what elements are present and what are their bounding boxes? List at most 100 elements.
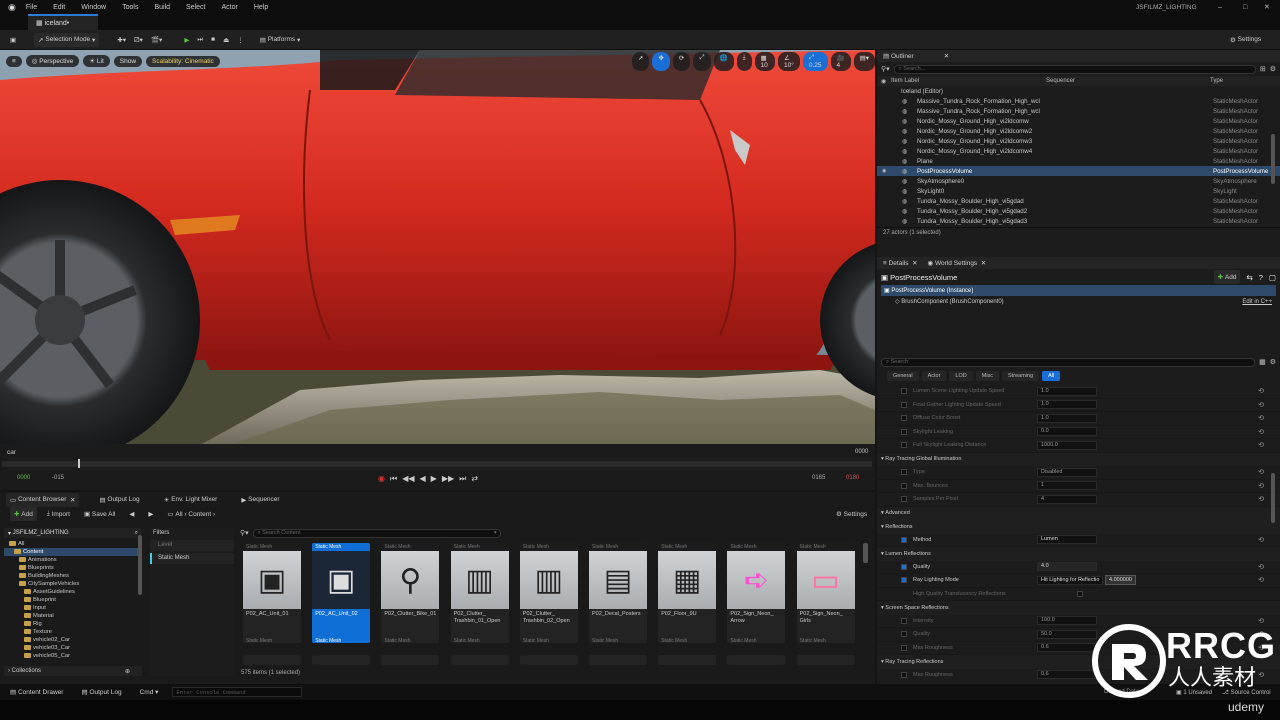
eject-icon[interactable]: ⏏: [219, 33, 233, 47]
filter-level[interactable]: Level: [150, 540, 234, 551]
brush-component-row[interactable]: ◇ BrushComponent (BrushComponent0) Edit i…: [881, 296, 1276, 307]
asset-tile-partial[interactable]: [727, 655, 786, 665]
import-button[interactable]: ⤓ Import: [43, 507, 74, 521]
outliner-row[interactable]: ◍ Tundra_Mossy_Boulder_High_vi5gdad3 Stati…: [877, 216, 1280, 226]
jump-start-icon[interactable]: ⏮: [390, 474, 397, 484]
prev-key-icon[interactable]: ◀◀: [402, 474, 414, 484]
menu-item-tools[interactable]: Tools: [122, 4, 138, 11]
asset-scrollbar[interactable]: [863, 543, 868, 563]
blueprint-icon[interactable]: ⇆: [1246, 273, 1252, 282]
scale-tool-icon[interactable]: ⤢: [693, 51, 711, 71]
show-button[interactable]: Show: [113, 55, 143, 67]
history-forward-icon[interactable]: ▶: [144, 507, 157, 521]
minimize-icon[interactable]: –: [1218, 4, 1222, 11]
folder-tree-item[interactable]: AssetGuidelines: [4, 588, 142, 596]
override-checkbox[interactable]: [901, 577, 907, 584]
scalability-warning[interactable]: Scalability: Cinematic: [146, 55, 220, 67]
outliner-row[interactable]: ◍ Nordic_Mossy_Ground_High_vi2ldcomw Stati…: [877, 116, 1280, 126]
outliner-scrollbar[interactable]: [1271, 134, 1275, 184]
details-filter-general[interactable]: General: [887, 371, 919, 381]
outliner-search-input[interactable]: ⌕ Search...: [893, 64, 1256, 74]
asset-tile[interactable]: Static Mesh ▣ P02_AC_Unit_01 Static Mesh: [243, 543, 301, 643]
menu-item-edit[interactable]: Edit: [53, 4, 65, 11]
override-checkbox[interactable]: [901, 617, 907, 624]
override-checkbox[interactable]: [901, 442, 907, 449]
column-item-label[interactable]: Item Label: [891, 78, 1046, 84]
outliner-row[interactable]: ◍ Nordic_Mossy_Ground_High_vi2ldcomw4 Stat…: [877, 146, 1280, 156]
reset-to-default-icon[interactable]: ⟲: [1258, 576, 1264, 584]
breadcrumb-content[interactable]: Content: [188, 511, 211, 518]
property-value[interactable]: Lumen: [1037, 535, 1097, 545]
add-collection-icon[interactable]: ⊕: [125, 668, 130, 675]
filter-static-mesh[interactable]: Static Mesh: [150, 553, 234, 564]
property-section[interactable]: ▾ Reflections: [877, 520, 1280, 534]
property-section[interactable]: ▾ Screen Space Reflections: [877, 601, 1280, 615]
reset-to-default-icon[interactable]: ⟲: [1258, 414, 1264, 422]
folder-tree-item[interactable]: Blueprint: [4, 596, 142, 604]
add-button[interactable]: ✚ Add: [10, 507, 37, 521]
folder-tree-item[interactable]: All: [4, 540, 142, 548]
jump-end-icon[interactable]: ⏭: [459, 474, 466, 484]
dock-tab-env-light-mixer[interactable]: ☀ Env. Light Mixer: [160, 493, 222, 507]
advance-frame-icon[interactable]: ⏭: [193, 33, 207, 47]
folder-tree-item[interactable]: Material: [4, 612, 142, 620]
outliner-row[interactable]: ◍ Tundra_Mossy_Boulder_High_vi5gdad2 Stati…: [877, 206, 1280, 216]
reset-to-default-icon[interactable]: ⟲: [1258, 563, 1264, 571]
outliner-row[interactable]: ◉ ◍ PostProcessVolume PostProcessVolume: [877, 166, 1280, 176]
asset-search-input[interactable]: ⌕ Search Content ▾: [252, 528, 501, 538]
details-scrollbar[interactable]: [1271, 473, 1275, 523]
outliner-row[interactable]: ◍ SkyLight0 SkyLight: [877, 186, 1280, 196]
property-value[interactable]: 0.6: [1037, 643, 1097, 653]
folder-tree-item[interactable]: Animations: [4, 556, 142, 564]
cb-settings-button[interactable]: ⚙ Settings: [832, 507, 871, 521]
asset-tile-partial[interactable]: [589, 655, 647, 665]
asset-tile-partial[interactable]: [243, 655, 301, 665]
close-icon[interactable]: ✕: [1264, 3, 1270, 11]
outliner-row[interactable]: ◍ Massive_Tundra_Rock_Formation_High_wcl S…: [877, 96, 1280, 106]
dock-tab-sequencer[interactable]: ▶ Sequencer: [237, 493, 283, 507]
override-checkbox[interactable]: [901, 415, 907, 422]
asset-tile-partial[interactable]: [450, 655, 509, 665]
asset-tile-partial[interactable]: [381, 655, 440, 665]
move-tool-icon[interactable]: ✥: [652, 51, 670, 71]
level-viewport[interactable]: [0, 50, 875, 460]
property-value[interactable]: 4.0: [1037, 562, 1097, 572]
surface-snap-icon[interactable]: ⤓: [736, 51, 752, 71]
property-value[interactable]: 1: [1037, 481, 1097, 491]
close-icon[interactable]: ✕: [977, 260, 986, 267]
asset-tile-partial[interactable]: [658, 655, 717, 665]
asset-tile-partial[interactable]: [796, 655, 855, 665]
settings-button[interactable]: ⚙ Settings: [1226, 33, 1265, 47]
details-filter-misc[interactable]: Misc: [975, 371, 1000, 381]
close-icon[interactable]: ✕: [66, 496, 75, 504]
cinematics-icon[interactable]: 🎬▾: [147, 33, 166, 47]
property-value[interactable]: Disabled: [1037, 467, 1097, 477]
maximize-icon[interactable]: □: [1243, 4, 1247, 11]
outliner-tab[interactable]: ▤ Outliner ✕: [877, 50, 1280, 62]
content-drawer-button[interactable]: ▤ Content Drawer: [6, 685, 67, 699]
output-log-button[interactable]: ▤ Output Log: [77, 685, 125, 699]
rotate-tool-icon[interactable]: ⟳: [672, 51, 691, 71]
details-filter-actor[interactable]: Actor: [921, 371, 947, 381]
reverse-icon[interactable]: ◀: [420, 474, 426, 484]
save-icon[interactable]: ▣: [6, 33, 20, 47]
world-local-icon[interactable]: 🌐: [713, 51, 734, 71]
menu-item-build[interactable]: Build: [154, 4, 170, 11]
property-value[interactable]: 1.0: [1037, 386, 1097, 396]
folder-tree-item[interactable]: Content: [4, 548, 142, 556]
platforms-button[interactable]: ▤ Platforms ▾: [256, 33, 304, 47]
folder-tree-item[interactable]: Blueprints: [4, 564, 142, 572]
dock-tab-content-browser[interactable]: ▭ Content Browser ✕: [6, 492, 80, 507]
selection-mode-button[interactable]: ➚ Selection Mode ▾: [34, 32, 100, 47]
breadcrumb-all[interactable]: All: [175, 511, 182, 518]
override-checkbox[interactable]: [901, 428, 907, 435]
level-tab[interactable]: ▦ iceland•: [28, 14, 98, 30]
filter-icon[interactable]: ⚲▾: [881, 65, 890, 73]
override-checkbox[interactable]: [901, 401, 907, 408]
menu-item-window[interactable]: Window: [81, 4, 106, 11]
property-section[interactable]: ▾ Advanced: [877, 506, 1280, 520]
menu-item-select[interactable]: Select: [186, 4, 205, 11]
details-search-input[interactable]: ⌕ Search: [881, 357, 1256, 367]
asset-tile[interactable]: Static Mesh ▤ P02_Decal_Posters Static Mesh: [589, 543, 647, 643]
blueprint-icon[interactable]: ⚂▾: [130, 33, 147, 47]
